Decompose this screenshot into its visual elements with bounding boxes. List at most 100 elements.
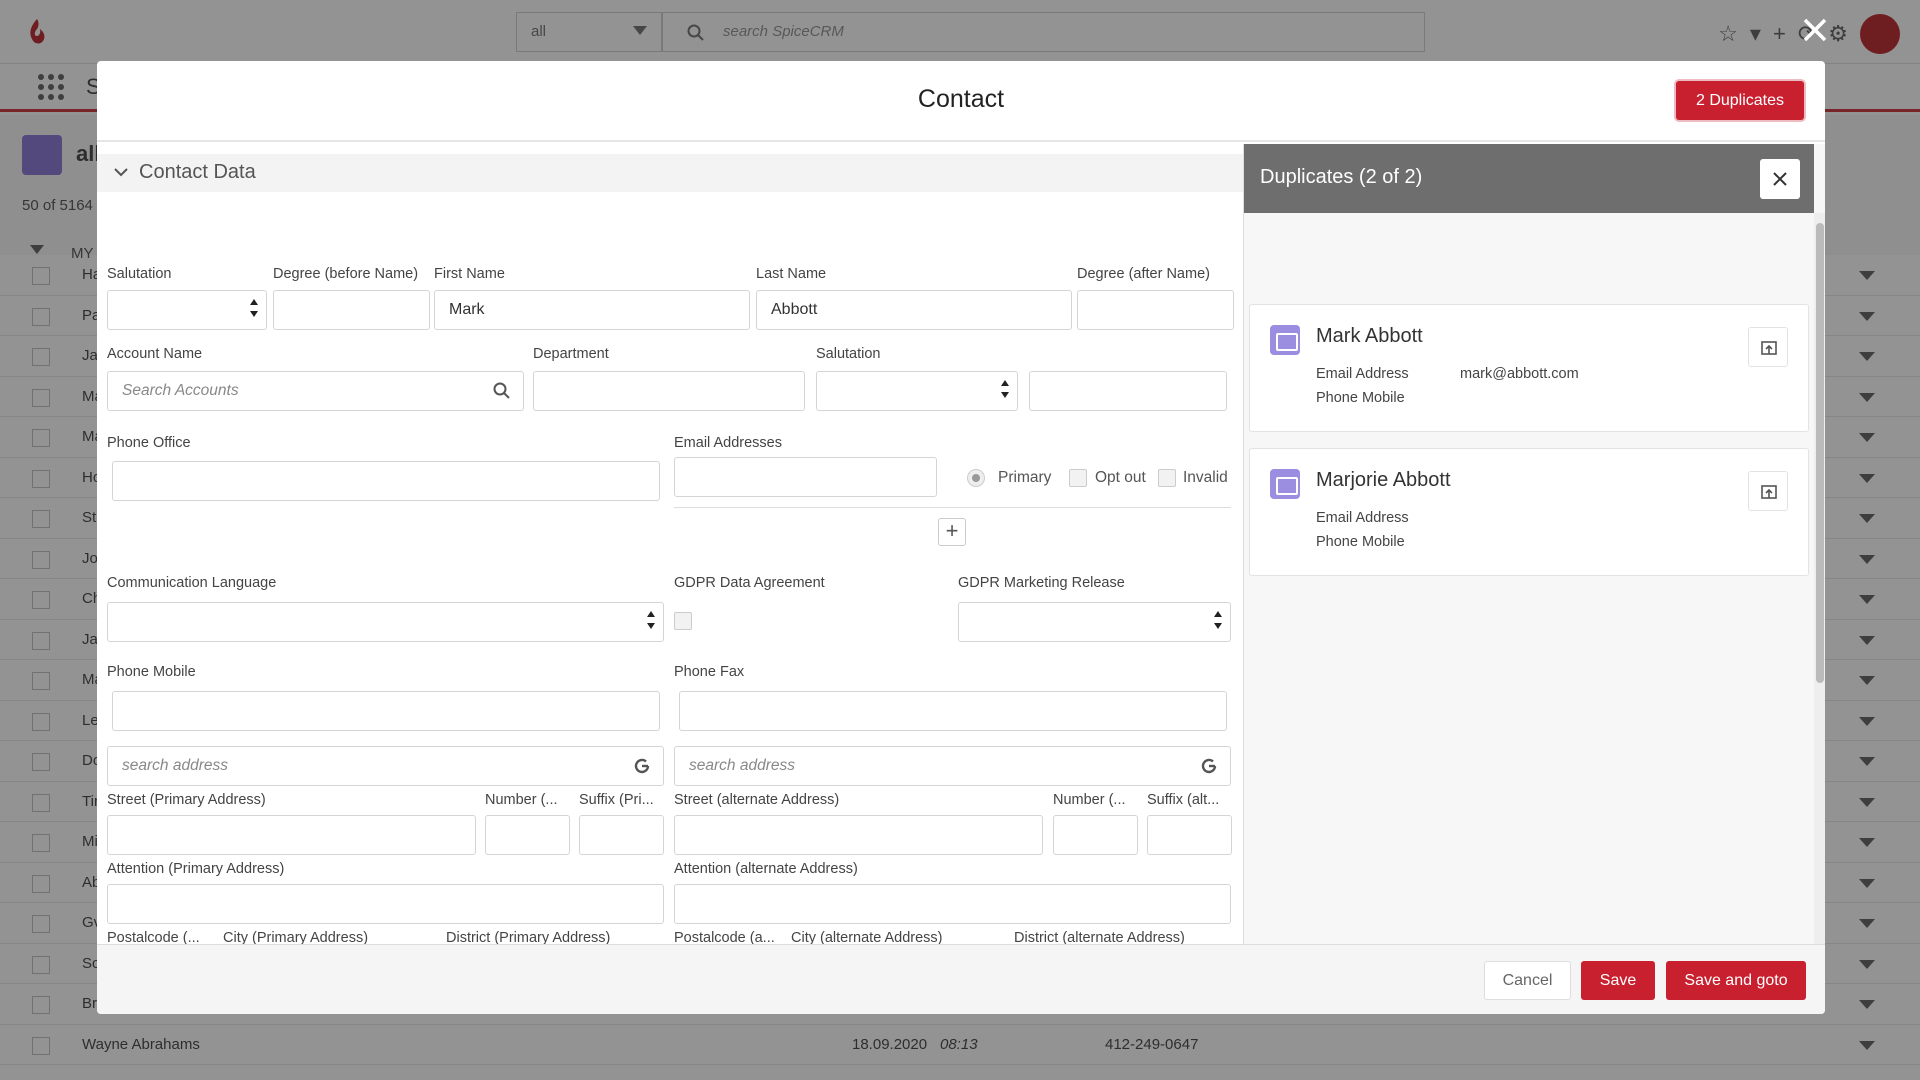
salutation-select[interactable] — [107, 290, 267, 330]
search-icon[interactable] — [493, 382, 511, 400]
email-addresses-label: Email Addresses — [674, 435, 782, 451]
mobile-label: Phone Mobile — [1316, 390, 1405, 406]
open-record-icon — [1761, 341, 1777, 355]
save-button[interactable]: Save — [1581, 961, 1655, 1000]
chevron-down-icon — [114, 168, 128, 177]
phone-office-input[interactable] — [112, 461, 660, 501]
number-alt-input[interactable] — [1053, 815, 1138, 855]
department-input[interactable] — [533, 371, 805, 411]
section-title: Contact Data — [139, 161, 256, 183]
add-email-button[interactable]: + — [938, 518, 966, 546]
duplicates-button[interactable]: 2 Duplicates — [1676, 81, 1804, 120]
cancel-button[interactable]: Cancel — [1484, 961, 1571, 1000]
gdpr-data-label: GDPR Data Agreement — [674, 575, 825, 591]
modal-title: Contact — [917, 85, 1005, 113]
section-header-contact-data[interactable]: Contact Data — [97, 154, 1243, 192]
gdpr-marketing-label: GDPR Marketing Release — [958, 575, 1125, 591]
duplicate-name[interactable]: Marjorie Abbott — [1316, 469, 1451, 492]
phone-mobile-label: Phone Mobile — [107, 664, 196, 680]
account-search-input[interactable]: Search Accounts — [107, 371, 524, 411]
alternate-address-search-placeholder: search address — [689, 757, 795, 774]
first-name-label: First Name — [434, 266, 505, 282]
duplicate-name[interactable]: Mark Abbott — [1316, 325, 1423, 348]
primary-label: Primary — [998, 469, 1052, 486]
comm-language-select[interactable] — [107, 602, 664, 642]
district-primary-label: District (Primary Address) — [446, 930, 611, 944]
duplicates-panel: Duplicates (2 of 2) Mark Abbott Email Ad… — [1243, 144, 1825, 944]
suffix-primary-input[interactable] — [579, 815, 664, 855]
google-icon[interactable] — [633, 757, 651, 775]
email-divider — [674, 507, 1231, 508]
attention-alt-input[interactable] — [674, 884, 1231, 924]
street-primary-label: Street (Primary Address) — [107, 792, 266, 808]
attention-primary-input[interactable] — [107, 884, 664, 924]
degree-after-input[interactable] — [1077, 290, 1234, 330]
spinner-icon — [1001, 380, 1009, 402]
phone-fax-label: Phone Fax — [674, 664, 745, 680]
salutation2-select[interactable] — [816, 371, 1018, 411]
duplicate-card[interactable]: Mark Abbott Email Address mark@abbott.co… — [1249, 304, 1809, 432]
spinner-icon — [250, 299, 258, 321]
primary-radio[interactable] — [967, 469, 985, 487]
close-duplicates-button[interactable] — [1760, 159, 1800, 199]
spinner-icon — [1214, 611, 1222, 633]
open-record-button[interactable] — [1748, 471, 1788, 511]
save-and-goto-button[interactable]: Save and goto — [1666, 961, 1806, 1000]
modal-footer: Cancel Save Save and goto — [97, 944, 1825, 1014]
phone-mobile-input[interactable] — [112, 691, 660, 731]
street-primary-input[interactable] — [107, 815, 476, 855]
comm-language-label: Communication Language — [107, 575, 277, 591]
spinner-icon — [647, 611, 655, 633]
first-name-input[interactable]: Mark — [434, 290, 750, 330]
postal-primary-label: Postalcode (... — [107, 930, 200, 944]
gdpr-marketing-select[interactable] — [958, 602, 1231, 642]
degree-after-label: Degree (after Name) — [1077, 266, 1210, 282]
email-label: Email Address — [1316, 366, 1409, 382]
department-label: Department — [533, 346, 609, 362]
invalid-label: Invalid — [1183, 469, 1228, 486]
salutation2-label: Salutation — [816, 346, 881, 362]
gdpr-data-checkbox[interactable] — [674, 612, 692, 630]
last-name-input[interactable]: Abbott — [756, 290, 1072, 330]
alternate-address-search-input[interactable]: search address — [674, 746, 1231, 786]
street-alt-input[interactable] — [674, 815, 1043, 855]
duplicates-header: Duplicates (2 of 2) — [1244, 144, 1814, 213]
primary-address-search-input[interactable]: search address — [107, 746, 664, 786]
city-alt-label: City (alternate Address) — [791, 930, 943, 944]
suffix-alt-label: Suffix (alt... — [1147, 792, 1220, 808]
email-address-input[interactable] — [674, 457, 937, 497]
number-primary-input[interactable] — [485, 815, 570, 855]
last-name-label: Last Name — [756, 266, 827, 282]
degree-before-label: Degree (before Name) — [273, 266, 419, 282]
duplicate-card[interactable]: Marjorie Abbott Email Address Phone Mobi… — [1249, 448, 1809, 576]
invalid-checkbox[interactable] — [1158, 469, 1176, 487]
duplicates-scrollbar[interactable] — [1814, 213, 1825, 944]
number-primary-label: Number (... — [485, 792, 558, 808]
google-icon[interactable] — [1200, 757, 1218, 775]
suffix-primary-label: Suffix (Pri... — [579, 792, 654, 808]
number-alt-label: Number (... — [1053, 792, 1126, 808]
opt-out-checkbox[interactable] — [1069, 469, 1087, 487]
attention-alt-label: Attention (alternate Address) — [674, 861, 858, 877]
open-record-button[interactable] — [1748, 327, 1788, 367]
opt-out-label: Opt out — [1095, 469, 1146, 486]
city-primary-label: City (Primary Address) — [223, 930, 369, 944]
contact-card-icon — [1270, 469, 1300, 499]
attention-primary-label: Attention (Primary Address) — [107, 861, 285, 877]
duplicates-title: Duplicates (2 of 2) — [1260, 166, 1423, 188]
account-search-placeholder: Search Accounts — [122, 382, 239, 399]
contact-form: Contact Data Salutation Degree (before N… — [97, 144, 1243, 944]
phone-fax-input[interactable] — [679, 691, 1227, 731]
district-alt-label: District (alternate Address) — [1014, 930, 1185, 944]
close-icon[interactable] — [1799, 14, 1831, 46]
suffix-alt-input[interactable] — [1147, 815, 1232, 855]
close-icon — [1773, 172, 1787, 186]
open-record-icon — [1761, 485, 1777, 499]
email-value: mark@abbott.com — [1460, 366, 1579, 382]
salutation2-extra-input[interactable] — [1029, 371, 1227, 411]
degree-before-input[interactable] — [273, 290, 430, 330]
modal-header: Contact 2 Duplicates — [97, 61, 1825, 142]
postal-alt-label: Postalcode (a... — [674, 930, 775, 944]
contact-card-icon — [1270, 325, 1300, 355]
phone-office-label: Phone Office — [107, 435, 191, 451]
